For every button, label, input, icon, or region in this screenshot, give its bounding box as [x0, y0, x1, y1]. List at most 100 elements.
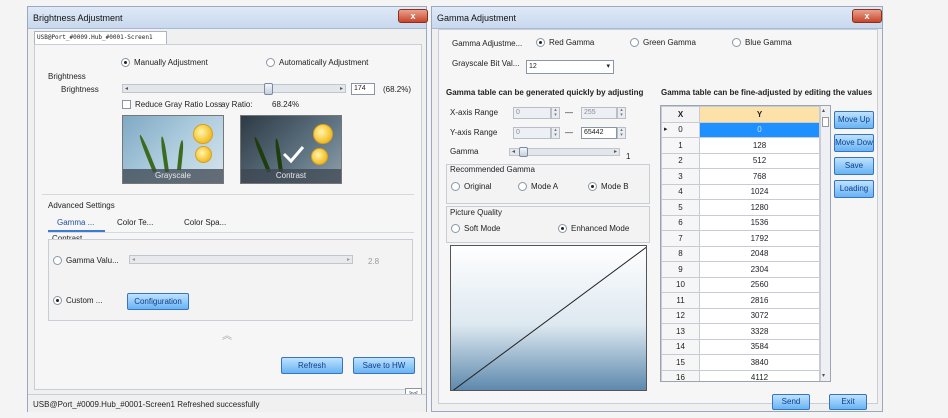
- original-radio[interactable]: [451, 182, 460, 191]
- gamma-close-button[interactable]: x: [852, 9, 882, 23]
- x-min-input[interactable]: 0: [513, 107, 551, 119]
- table-row[interactable]: 7 1792: [661, 230, 820, 247]
- table-cell-x[interactable]: 11: [661, 292, 700, 309]
- table-cell-x[interactable]: 10: [661, 276, 700, 293]
- scroll-thumb[interactable]: [822, 117, 829, 127]
- gamma-slider-right-arrow[interactable]: ▸: [614, 149, 617, 155]
- brightness-slider[interactable]: ◂ ▸: [122, 83, 346, 95]
- table-cell-x[interactable]: 14: [661, 338, 700, 355]
- table-row[interactable]: 12 3072: [661, 307, 820, 324]
- y-max-input[interactable]: 65442: [581, 127, 617, 139]
- brightness-slider-thumb[interactable]: [264, 83, 273, 95]
- table-cell-y[interactable]: 3584: [699, 338, 820, 355]
- gamma-slider-thumb[interactable]: [519, 147, 528, 157]
- table-row[interactable]: 16 4112: [661, 369, 820, 381]
- enhanced-mode-radio[interactable]: [558, 224, 567, 233]
- table-cell-x[interactable]: 2: [661, 152, 700, 169]
- move-down-button[interactable]: Move Dow: [834, 134, 874, 152]
- blue-gamma-radio[interactable]: [732, 38, 741, 47]
- tab-gamma[interactable]: Gamma ...: [57, 218, 94, 227]
- custom-radio[interactable]: [53, 296, 62, 305]
- x-max-spinner[interactable]: ▴ ▾: [617, 107, 626, 119]
- slider-right-arrow[interactable]: ▸: [340, 85, 343, 93]
- table-row[interactable]: 5 1280: [661, 199, 820, 216]
- gamma-slider-left-arrow[interactable]: ◂: [132, 256, 135, 264]
- table-row[interactable]: 9 2304: [661, 261, 820, 278]
- table-cell-x[interactable]: 9: [661, 261, 700, 278]
- table-cell-y[interactable]: 2048: [699, 245, 820, 262]
- tab-color-temperature[interactable]: Color Te...: [117, 218, 153, 227]
- auto-adjustment-radio[interactable]: [266, 58, 275, 67]
- y-min-input[interactable]: 0: [513, 127, 551, 139]
- table-cell-y[interactable]: 3840: [699, 354, 820, 371]
- table-row[interactable]: 2 512: [661, 152, 820, 169]
- table-cell-x[interactable]: 1: [661, 137, 700, 154]
- gamma-slider-left-arrow[interactable]: ◂: [512, 149, 515, 155]
- red-gamma-radio[interactable]: [536, 38, 545, 47]
- table-row[interactable]: 1 128: [661, 137, 820, 154]
- save-to-hw-button[interactable]: Save to HW: [353, 357, 415, 374]
- table-cell-y[interactable]: 1792: [699, 230, 820, 247]
- table-cell-x[interactable]: 12: [661, 307, 700, 324]
- table-row[interactable]: 11 2816: [661, 292, 820, 309]
- table-row[interactable]: 4 1024: [661, 183, 820, 200]
- gamma-value-radio[interactable]: [53, 256, 62, 265]
- y-max-spinner[interactable]: ▴ ▾: [617, 127, 626, 139]
- table-cell-x[interactable]: 6: [661, 214, 700, 231]
- manual-adjustment-radio[interactable]: [121, 58, 130, 67]
- table-cell-x[interactable]: ▸ 0: [661, 121, 700, 138]
- gamma-slider[interactable]: ◂ ▸: [509, 147, 620, 157]
- table-row[interactable]: 6 1536: [661, 214, 820, 231]
- scroll-up-arrow[interactable]: ▴: [822, 107, 825, 114]
- table-cell-x[interactable]: 5: [661, 199, 700, 216]
- y-min-spinner[interactable]: ▴ ▾: [551, 127, 560, 139]
- table-cell-y[interactable]: 2816: [699, 292, 820, 309]
- table-cell-y[interactable]: 2560: [699, 276, 820, 293]
- reduce-gray-checkbox[interactable]: [122, 100, 131, 109]
- table-cell-y[interactable]: 4112: [699, 369, 820, 381]
- table-cell-x[interactable]: 4: [661, 183, 700, 200]
- table-cell-y[interactable]: 1024: [699, 183, 820, 200]
- table-cell-y[interactable]: 128: [699, 137, 820, 154]
- exit-button[interactable]: Exit: [829, 394, 867, 410]
- mode-b-radio[interactable]: [588, 182, 597, 191]
- table-cell-x[interactable]: 8: [661, 245, 700, 262]
- green-gamma-radio[interactable]: [630, 38, 639, 47]
- brightness-value-input[interactable]: 174: [351, 83, 375, 95]
- table-row[interactable]: 14 3584: [661, 338, 820, 355]
- configuration-button[interactable]: Configuration: [127, 293, 189, 310]
- table-row[interactable]: 8 2048: [661, 245, 820, 262]
- loading-button[interactable]: Loading: [834, 180, 874, 198]
- table-cell-y[interactable]: 2304: [699, 261, 820, 278]
- bit-value-select[interactable]: 12 ▾: [526, 60, 614, 74]
- table-cell-x[interactable]: 16: [661, 369, 700, 381]
- grayscale-preview-image[interactable]: Grayscale: [122, 115, 224, 184]
- table-cell-y[interactable]: 1536: [699, 214, 820, 231]
- table-cell-y[interactable]: 3072: [699, 307, 820, 324]
- table-row[interactable]: 13 3328: [661, 323, 820, 340]
- table-row[interactable]: 3 768: [661, 168, 820, 185]
- gamma-slider-right-arrow[interactable]: ▸: [347, 256, 350, 264]
- refresh-button[interactable]: Refresh: [281, 357, 343, 374]
- x-max-input[interactable]: 255: [581, 107, 617, 119]
- table-cell-x[interactable]: 15: [661, 354, 700, 371]
- send-button[interactable]: Send: [772, 394, 810, 410]
- device-tab[interactable]: USB@Port_#0009.Hub_#0001-Screen1: [34, 31, 167, 45]
- table-cell-y[interactable]: 3328: [699, 323, 820, 340]
- table-cell-y[interactable]: 768: [699, 168, 820, 185]
- tab-color-space[interactable]: Color Spa...: [184, 218, 226, 227]
- save-button[interactable]: Save: [834, 157, 874, 175]
- brightness-close-button[interactable]: x: [398, 9, 428, 23]
- table-cell-y[interactable]: 0: [699, 121, 820, 138]
- table-row[interactable]: 15 3840: [661, 354, 820, 371]
- table-row[interactable]: ▸ 0 0: [661, 121, 820, 138]
- mode-a-radio[interactable]: [518, 182, 527, 191]
- gamma-value-slider[interactable]: ◂ ▸: [129, 255, 353, 264]
- collapse-up-icon[interactable]: ︽: [222, 327, 232, 342]
- move-up-button[interactable]: Move Up: [834, 111, 874, 129]
- table-cell-x[interactable]: 13: [661, 323, 700, 340]
- contrast-preview-image[interactable]: Contrast: [240, 115, 342, 184]
- table-cell-x[interactable]: 3: [661, 168, 700, 185]
- table-cell-y[interactable]: 512: [699, 152, 820, 169]
- table-cell-y[interactable]: 1280: [699, 199, 820, 216]
